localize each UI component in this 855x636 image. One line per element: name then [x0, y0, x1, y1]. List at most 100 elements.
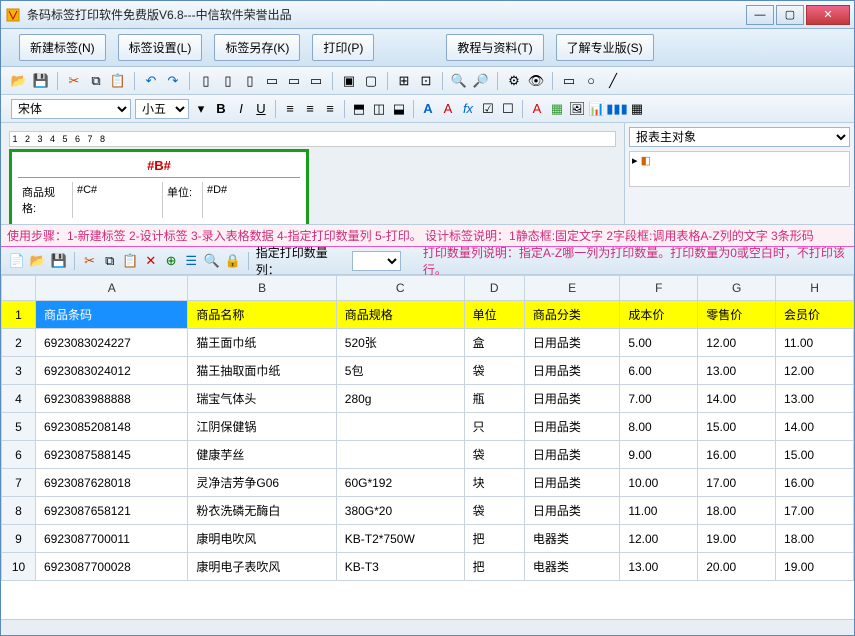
data-cell[interactable]: 11.00 — [620, 497, 698, 525]
data-cell[interactable]: 9.00 — [620, 441, 698, 469]
data-cell[interactable]: 12.00 — [620, 525, 698, 553]
align-mid-icon[interactable]: ▭ — [286, 73, 302, 89]
text-tool-icon[interactable]: A — [529, 101, 545, 117]
valign-mid-icon[interactable]: ◫ — [371, 101, 387, 117]
redo-icon[interactable]: ↷ — [165, 73, 181, 89]
data-cell[interactable]: 粉衣洗磷无酶白 — [188, 497, 336, 525]
data-cell[interactable]: 只 — [464, 413, 524, 441]
font-family-select[interactable]: 宋体 — [11, 99, 131, 119]
table-row[interactable]: 76923087628018灵净洁芳争G0660G*192块日用品类10.001… — [2, 469, 854, 497]
data-cell[interactable]: KB-T3 — [336, 553, 464, 581]
label-preview[interactable]: #B# 商品规格: #C# 单位: #D# 零售价: ¥#G# — [9, 149, 309, 224]
data-cell[interactable]: 6923087588145 — [36, 441, 188, 469]
grid-paste-icon[interactable]: 📋 — [122, 253, 138, 269]
row-number[interactable]: 1 — [2, 301, 36, 329]
align-left-icon[interactable]: ▯ — [198, 73, 214, 89]
data-cell[interactable]: 6923083024227 — [36, 329, 188, 357]
font-dec-icon[interactable]: ▾ — [193, 101, 209, 117]
data-cell[interactable]: 8.00 — [620, 413, 698, 441]
data-cell[interactable]: 15.00 — [698, 413, 776, 441]
grid-new-icon[interactable]: 📄 — [9, 253, 25, 269]
data-cell[interactable]: 块 — [464, 469, 524, 497]
line-tool-icon[interactable]: ╱ — [605, 73, 621, 89]
copy-icon[interactable]: ⧉ — [88, 73, 104, 89]
preview-icon[interactable]: 👁 — [528, 73, 544, 89]
data-cell[interactable] — [336, 413, 464, 441]
row-number[interactable]: 7 — [2, 469, 36, 497]
align-top-icon[interactable]: ▭ — [264, 73, 280, 89]
front-icon[interactable]: ▣ — [341, 73, 357, 89]
row-number[interactable]: 8 — [2, 497, 36, 525]
header-cell[interactable]: 成本价 — [620, 301, 698, 329]
data-cell[interactable]: 13.00 — [620, 553, 698, 581]
data-cell[interactable]: 日用品类 — [524, 357, 619, 385]
close-button[interactable]: ✕ — [806, 5, 850, 25]
field-icon[interactable]: ☑ — [480, 101, 496, 117]
row-number[interactable]: 10 — [2, 553, 36, 581]
data-cell[interactable]: 瑞宝气体头 — [188, 385, 336, 413]
col-header[interactable]: F — [620, 276, 698, 301]
font-size-select[interactable]: 小五 — [135, 99, 189, 119]
data-cell[interactable]: 12.00 — [776, 357, 854, 385]
underline-icon[interactable]: U — [253, 101, 269, 117]
data-cell[interactable]: 康明电子表吹风 — [188, 553, 336, 581]
pro-version-button[interactable]: 了解专业版(S) — [556, 34, 654, 61]
canvas[interactable]: 1 2 3 4 5 6 7 8 #B# 商品规格: #C# 单位: #D# 零售… — [1, 123, 624, 224]
grid-copy-icon[interactable]: ⧉ — [102, 253, 117, 269]
valign-bot-icon[interactable]: ⬓ — [391, 101, 407, 117]
textcolor-icon[interactable]: A — [420, 101, 436, 117]
row-number[interactable]: 6 — [2, 441, 36, 469]
chart-tool-icon[interactable]: 📊 — [589, 101, 605, 117]
data-cell[interactable]: 袋 — [464, 441, 524, 469]
data-cell[interactable]: 20.00 — [698, 553, 776, 581]
data-cell[interactable]: 5包 — [336, 357, 464, 385]
row-number[interactable]: 5 — [2, 413, 36, 441]
data-cell[interactable]: 6.00 — [620, 357, 698, 385]
tutorial-button[interactable]: 教程与资料(T) — [446, 34, 543, 61]
data-cell[interactable]: 19.00 — [698, 525, 776, 553]
print-button[interactable]: 打印(P) — [312, 34, 374, 61]
col-header[interactable]: C — [336, 276, 464, 301]
table-row[interactable]: 96923087700011康明电吹风KB-T2*750W把电器类12.0019… — [2, 525, 854, 553]
data-cell[interactable]: 16.00 — [698, 441, 776, 469]
zoom-out-icon[interactable]: 🔎 — [473, 73, 489, 89]
grid-delete-icon[interactable]: ✕ — [143, 253, 158, 269]
align-bot-icon[interactable]: ▭ — [308, 73, 324, 89]
data-cell[interactable]: 11.00 — [776, 329, 854, 357]
data-cell[interactable]: 瓶 — [464, 385, 524, 413]
data-cell[interactable]: 6923087658121 — [36, 497, 188, 525]
table-row[interactable]: 46923083988888瑞宝气体头280g瓶日用品类7.0014.0013.… — [2, 385, 854, 413]
header-cell[interactable]: 商品名称 — [188, 301, 336, 329]
table-row[interactable]: 36923083024012猫王抽取面巾纸5包袋日用品类6.0013.0012.… — [2, 357, 854, 385]
data-cell[interactable]: 520张 — [336, 329, 464, 357]
data-cell[interactable] — [336, 441, 464, 469]
label-settings-button[interactable]: 标签设置(L) — [118, 34, 203, 61]
col-header[interactable] — [2, 276, 36, 301]
label-saveas-button[interactable]: 标签另存(K) — [214, 34, 300, 61]
data-cell[interactable]: KB-T2*750W — [336, 525, 464, 553]
align-center-icon[interactable]: ▯ — [220, 73, 236, 89]
data-cell[interactable]: 猫王面巾纸 — [188, 329, 336, 357]
table-row[interactable]: 86923087658121粉衣洗磷无酶白380G*20袋日用品类11.0018… — [2, 497, 854, 525]
cut-icon[interactable]: ✂ — [66, 73, 82, 89]
col-header[interactable]: E — [524, 276, 619, 301]
data-cell[interactable]: 17.00 — [776, 497, 854, 525]
barcode-tool-icon[interactable]: ▮▮▮ — [609, 101, 625, 117]
header-cell[interactable]: 单位 — [464, 301, 524, 329]
data-cell[interactable]: 19.00 — [776, 553, 854, 581]
grid-rows-icon[interactable]: ☰ — [184, 253, 199, 269]
table-row[interactable]: 106923087700028康明电子表吹风KB-T3把电器类13.0020.0… — [2, 553, 854, 581]
col-header[interactable]: B — [188, 276, 336, 301]
data-grid[interactable]: ABCDEFGH1商品条码商品名称商品规格单位商品分类成本价零售价会员价2692… — [1, 275, 854, 619]
grid-save-icon[interactable]: 💾 — [51, 253, 67, 269]
data-cell[interactable]: 6923083024012 — [36, 357, 188, 385]
data-cell[interactable]: 380G*20 — [336, 497, 464, 525]
data-cell[interactable]: 电器类 — [524, 553, 619, 581]
data-cell[interactable]: 7.00 — [620, 385, 698, 413]
data-cell[interactable]: 袋 — [464, 497, 524, 525]
bold-icon[interactable]: B — [213, 101, 229, 117]
qr-tool-icon[interactable]: ▦ — [629, 101, 645, 117]
data-cell[interactable]: 6923087700028 — [36, 553, 188, 581]
align-right-icon[interactable]: ▯ — [242, 73, 258, 89]
new-label-button[interactable]: 新建标签(N) — [19, 34, 106, 61]
